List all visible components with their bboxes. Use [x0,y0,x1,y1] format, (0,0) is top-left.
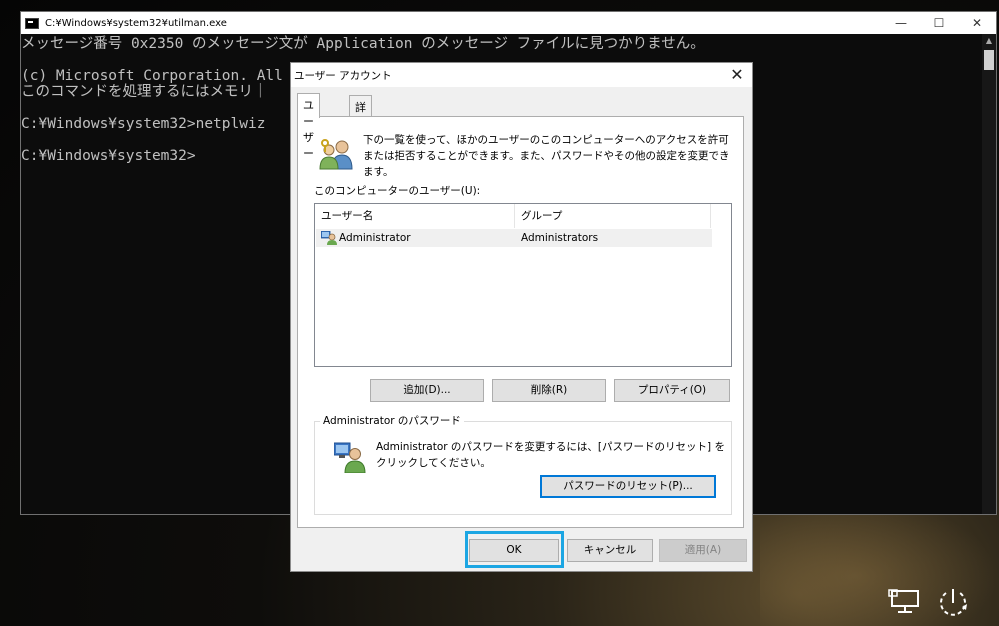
admin-user-icon [334,442,366,473]
dialog-titlebar[interactable]: ユーザー アカウント ✕ [291,63,752,87]
console-app-icon [25,17,39,29]
remove-user-button[interactable]: 削除(R) [492,379,606,402]
user-icon [321,231,337,245]
close-icon[interactable]: ✕ [958,12,996,34]
intro-text: 下の一覧を使って、ほかのユーザーのこのコンピューターへのアクセスを許可または拒否… [363,134,730,178]
scroll-thumb[interactable] [984,50,994,70]
minimize-icon[interactable]: — [882,12,920,34]
tab-users[interactable]: ユーザー [297,93,320,160]
dialog-title: ユーザー アカウント [294,70,392,82]
users-keys-icon [319,139,353,170]
user-accounts-dialog[interactable]: ユーザー アカウント ✕ ユーザー 詳細設定 下の一覧を使って、ほかのユーザーの… [290,62,753,572]
apply-button[interactable]: 適用(A) [659,539,747,562]
cancel-button[interactable]: キャンセル [567,539,653,562]
table-row[interactable]: Administrator Administrators [316,229,712,247]
users-list-label: このコンピューターのユーザー(U): [314,185,481,197]
dialog-close-icon[interactable]: ✕ [727,65,747,84]
console-title: C:¥Windows¥system32¥utilman.exe [45,17,227,29]
scroll-up-icon[interactable]: ▲ [982,34,996,48]
console-line: メッセージ番号 0x2350 のメッセージ文が Application のメッセ… [21,36,705,52]
users-listview[interactable]: ユーザー名 グループ Administrator Administrators [314,203,732,367]
console-scrollbar[interactable]: ▲ [982,34,996,514]
password-reset-text: Administrator のパスワードを変更するには、[パスワードのリセット]… [376,441,725,469]
add-user-button[interactable]: 追加(D)... [370,379,484,402]
network-icon[interactable] [888,589,922,615]
column-header-username[interactable]: ユーザー名 [315,204,515,228]
reset-password-button[interactable]: パスワードのリセット(P)... [540,475,716,498]
password-group-title: Administrator のパスワード [320,413,464,428]
maximize-icon[interactable]: ☐ [920,12,958,34]
console-titlebar[interactable]: C:¥Windows¥system32¥utilman.exe — ☐ ✕ [21,12,996,34]
column-header-group[interactable]: グループ [515,204,711,228]
user-group-cell: Administrators [521,232,599,244]
users-tab-panel: 下の一覧を使って、ほかのユーザーのこのコンピューターへのアクセスを許可または拒否… [297,116,744,528]
ease-of-access-power-icon[interactable] [936,587,970,617]
properties-button[interactable]: プロパティ(O) [614,379,730,402]
ok-button-highlight [465,531,564,568]
user-name-cell: Administrator [339,232,411,244]
